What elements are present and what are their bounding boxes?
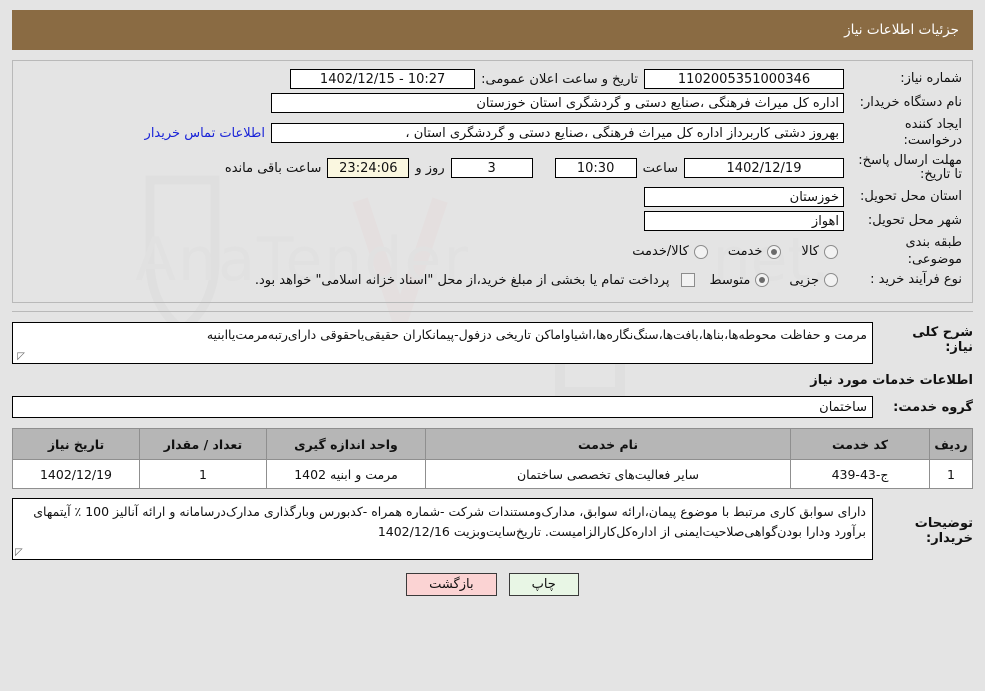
col-service-name: نام خدمت: [425, 428, 791, 461]
radio-icon-selected[interactable]: [755, 273, 770, 287]
service-group-row: گروه خدمت: ساختمان: [12, 396, 973, 419]
treasury-checkbox[interactable]: [681, 273, 696, 287]
services-table: ردیف کد خدمت نام خدمت واحد اندازه گیری ت…: [12, 428, 973, 490]
process-option-label: متوسط: [709, 272, 751, 288]
category-option-label: خدمت: [727, 244, 763, 260]
category-row: طبقه بندی موضوعی: کالا خدمت کالا/خدمت: [23, 235, 962, 268]
table-row: 1 ج-43-439 سایر فعالیت‌های تخصصی ساختمان…: [12, 459, 973, 490]
buyer-org-row: نام دستگاه خریدار: اداره کل میراث فرهنگی…: [23, 93, 962, 113]
deadline-date-field[interactable]: 1402/12/19: [684, 158, 844, 179]
deadline-hour-label: ساعت: [642, 160, 678, 176]
process-type-label: نوع فرآیند خرید :: [870, 271, 962, 287]
buyer-notes-textarea[interactable]: دارای سوابق کاری مرتبط با موضوع پیمان،ار…: [12, 498, 873, 561]
radio-icon[interactable]: [693, 244, 708, 259]
process-option-label: جزیی: [789, 272, 819, 288]
category-option-kala-khedmat[interactable]: کالا/خدمت: [618, 244, 714, 259]
radio-icon[interactable]: [824, 273, 838, 287]
resize-grip-icon[interactable]: ◸: [15, 352, 25, 362]
days-word-label: روز و: [415, 160, 445, 176]
city-field[interactable]: اهواز: [644, 211, 844, 232]
need-number-row: شماره نیاز: 1102005351000346 تاریخ و ساع…: [23, 69, 962, 89]
buyer-notes-row: توضیحات خریدار: دارای سوابق کاری مرتبط ب…: [12, 498, 973, 561]
col-service-code: کد خدمت: [790, 428, 930, 461]
cell-unit: مرمت و ابنیه 1402: [266, 459, 426, 490]
page-root: جزئیات اطلاعات نیاز شماره نیاز: 11020053…: [0, 0, 985, 597]
col-quantity: تعداد / مقدار: [139, 428, 267, 461]
need-number-label: شماره نیاز:: [900, 70, 962, 86]
page-title: جزئیات اطلاعات نیاز: [12, 10, 973, 50]
description-label: شرح کلی نیاز:: [912, 325, 973, 356]
treasury-text: پرداخت تمام یا بخشی از مبلغ خرید،از محل …: [254, 272, 670, 288]
city-label: شهر محل تحویل:: [867, 213, 962, 229]
process-type-row: نوع فرآیند خرید : جزیی متوسط پرداخت تمام…: [23, 272, 962, 288]
table-header-row: ردیف کد خدمت نام خدمت واحد اندازه گیری ت…: [12, 428, 973, 461]
buyer-notes-text: دارای سوابق کاری مرتبط با موضوع پیمان،ار…: [33, 504, 866, 540]
service-group-field[interactable]: ساختمان: [12, 396, 873, 419]
province-row: استان محل تحویل: خوزستان: [23, 187, 962, 208]
radio-icon-selected[interactable]: [767, 244, 782, 259]
buyer-contact-link[interactable]: اطلاعات تماس خریدار: [139, 126, 271, 141]
description-text: مرمت و حفاظت محوطه‌ها،بناها،بافت‌ها،سنگ‌…: [206, 327, 867, 343]
services-section-title: اطلاعات خدمات مورد نیاز: [810, 373, 973, 389]
province-field[interactable]: خوزستان: [644, 187, 844, 208]
buyer-org-field[interactable]: اداره کل میراث فرهنگی ،صنایع دستی و گردش…: [271, 93, 844, 113]
process-radio-group: جزیی متوسط: [695, 273, 844, 288]
cell-quantity: 1: [139, 459, 267, 490]
button-bar: چاپ بازگشت: [12, 573, 973, 597]
resize-grip-icon[interactable]: ◸: [15, 548, 23, 558]
announce-label: تاریخ و ساعت اعلان عمومی:: [481, 71, 638, 87]
service-group-label: گروه خدمت:: [893, 399, 973, 415]
cell-service-name: سایر فعالیت‌های تخصصی ساختمان: [425, 459, 791, 490]
col-unit: واحد اندازه گیری: [266, 428, 426, 461]
deadline-hour-field[interactable]: 10:30: [554, 158, 637, 179]
requester-field[interactable]: بهروز دشتی کاربرداز اداره کل میراث فرهنگ…: [271, 123, 844, 144]
requester-label: ایجاد کننده درخواست:: [903, 117, 962, 149]
buyer-notes-label: توضیحات خریدار:: [914, 516, 973, 547]
category-option-label: کالا: [801, 244, 819, 260]
countdown-field: 23:24:06: [327, 158, 410, 179]
deadline-label: مهلت ارسال پاسخ: تا تاریخ:: [858, 152, 962, 183]
category-radio-group: کالا خدمت کالا/خدمت: [618, 244, 844, 259]
countdown-suffix-label: ساعت باقی مانده: [224, 160, 322, 176]
city-row: شهر محل تحویل: اهواز: [23, 211, 962, 232]
category-option-kala[interactable]: کالا: [787, 244, 844, 259]
province-label: استان محل تحویل:: [860, 189, 962, 205]
buyer-org-label: نام دستگاه خریدار:: [859, 94, 962, 110]
description-row: شرح کلی نیاز: مرمت و حفاظت محوطه‌ها،بناه…: [12, 322, 973, 365]
need-number-field[interactable]: 1102005351000346: [644, 69, 844, 89]
process-option-jozei[interactable]: جزیی: [775, 273, 844, 288]
requester-row: ایجاد کننده درخواست: بهروز دشتی کاربرداز…: [23, 117, 962, 150]
radio-icon[interactable]: [824, 244, 838, 259]
process-option-motavaset[interactable]: متوسط: [695, 273, 775, 288]
print-button[interactable]: چاپ: [508, 573, 579, 597]
back-button[interactable]: بازگشت: [406, 573, 497, 597]
announce-datetime-field[interactable]: 10:27 - 1402/12/15: [290, 69, 476, 89]
category-label: طبقه بندی موضوعی:: [905, 235, 963, 267]
category-option-label: کالا/خدمت: [632, 244, 689, 260]
category-option-khedmat[interactable]: خدمت: [714, 244, 788, 259]
days-remaining-field: 3: [450, 158, 533, 179]
need-info-panel: شماره نیاز: 1102005351000346 تاریخ و ساع…: [12, 60, 973, 304]
col-row-no: ردیف: [929, 428, 973, 461]
cell-row-no: 1: [929, 459, 973, 490]
deadline-row: مهلت ارسال پاسخ: تا تاریخ: 1402/12/19 سا…: [23, 152, 962, 184]
description-textarea[interactable]: مرمت و حفاظت محوطه‌ها،بناها،بافت‌ها،سنگ‌…: [12, 322, 873, 365]
cell-need-date: 1402/12/19: [12, 459, 140, 490]
section-divider: [12, 311, 973, 313]
cell-service-code: ج-43-439: [790, 459, 930, 490]
col-need-date: تاریخ نیاز: [12, 428, 140, 461]
